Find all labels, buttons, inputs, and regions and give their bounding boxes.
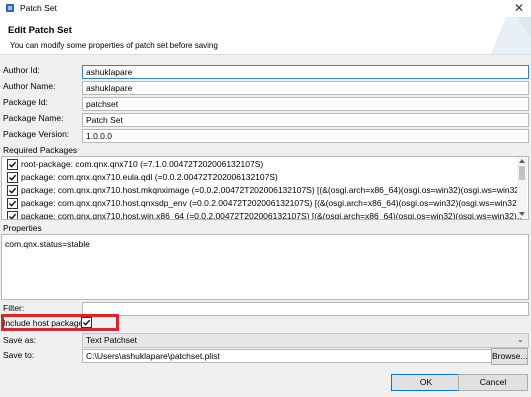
ok-button[interactable]: OK xyxy=(391,374,461,391)
cancel-button[interactable]: Cancel xyxy=(458,374,528,391)
save-as-label: Save as: xyxy=(3,335,37,345)
properties-value: com.qnx.status=stable xyxy=(5,239,90,249)
author-name-label: Author Name: xyxy=(3,81,56,91)
list-item[interactable]: package: com.qnx.qnx710.host.qnxsdp_env … xyxy=(2,197,525,210)
package-text: package: com.qnx.qnx710.host.qnxsdp_env … xyxy=(21,198,525,208)
package-version-label: Package Version: xyxy=(3,129,70,139)
package-checkbox[interactable] xyxy=(7,172,18,183)
package-checkbox[interactable] xyxy=(7,159,18,170)
package-id-label: Package Id: xyxy=(3,97,48,107)
save-to-label: Save to: xyxy=(3,350,35,360)
package-text: package: com.qnx.qnx710.eula.qdl (=0.0.2… xyxy=(21,172,278,182)
package-text: package: com.qnx.qnx710.host.mkqnximage … xyxy=(21,185,528,195)
chevron-down-icon: ⌄ xyxy=(517,335,524,344)
package-text: package: com.qnx.qnx710.host.win.x86_64 … xyxy=(21,211,522,220)
save-to-field[interactable]: C:\Users\ashuklapare\patchset.plist xyxy=(82,349,492,363)
package-name-field[interactable]: Patch Set xyxy=(82,113,529,127)
list-item[interactable]: package: com.qnx.qnx710.eula.qdl (=0.0.2… xyxy=(2,171,518,184)
browse-button[interactable]: Browse... xyxy=(491,348,528,365)
list-item[interactable]: root-package: com.qnx.qnx710 (=7.1.0.004… xyxy=(2,158,518,171)
author-id-label: Author Id: xyxy=(3,65,40,75)
package-version-field[interactable]: 1.0.0.0 xyxy=(82,129,529,143)
include-host-checkbox[interactable] xyxy=(81,317,92,328)
package-checkbox[interactable] xyxy=(7,198,18,209)
dialog-description: You can modify some properties of patch … xyxy=(10,41,218,50)
window-title: Patch Set xyxy=(20,3,57,13)
save-as-dropdown[interactable]: Text Patchset ⌄ xyxy=(82,333,529,348)
package-text: root-package: com.qnx.qnx710 (=7.1.0.004… xyxy=(21,159,264,169)
properties-label: Properties xyxy=(3,223,42,233)
package-list-scrollbar[interactable] xyxy=(517,157,527,218)
required-packages-label: Required Packages xyxy=(3,145,78,155)
dialog-title: Edit Patch Set xyxy=(8,25,72,36)
list-item[interactable]: package: com.qnx.qnx710.host.win.x86_64 … xyxy=(2,210,522,219)
filter-input[interactable] xyxy=(82,302,529,316)
header-banner-icon xyxy=(486,17,531,56)
save-as-value: Text Patchset xyxy=(86,335,138,345)
app-icon xyxy=(5,3,15,13)
list-item[interactable]: package: com.qnx.qnx710.host.mkqnximage … xyxy=(2,184,527,197)
package-id-field[interactable]: patchset xyxy=(82,97,529,111)
package-checkbox[interactable] xyxy=(7,185,18,196)
author-id-field[interactable]: ashuklapare xyxy=(82,65,529,79)
package-name-label: Package Name: xyxy=(3,113,64,123)
required-packages-list[interactable]: root-package: com.qnx.qnx710 (=7.1.0.004… xyxy=(1,156,529,220)
title-bar xyxy=(0,0,531,17)
package-checkbox[interactable] xyxy=(7,211,18,219)
filter-label: Filter: xyxy=(3,303,25,313)
close-icon[interactable]: ✕ xyxy=(514,1,524,15)
author-name-field[interactable]: ashuklapare xyxy=(82,81,529,95)
include-host-label: Include host packages: xyxy=(3,318,90,328)
